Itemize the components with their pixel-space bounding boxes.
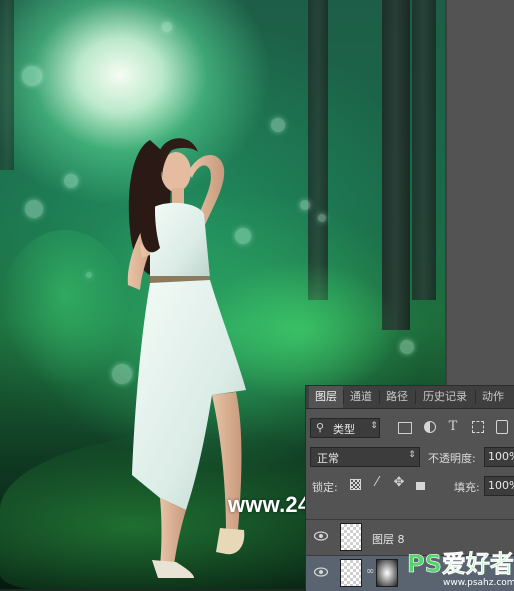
lock-paint-icon[interactable]: ⁄ (370, 475, 384, 490)
image-icon[interactable] (398, 422, 412, 434)
fill-field[interactable]: 100% (484, 476, 514, 496)
smart-object-icon[interactable] (496, 420, 508, 434)
site-logo: PS爱好者 www.psahz.com (407, 550, 514, 588)
panel-tab-bar: 图层 通道 路径 历史记录 动作 (306, 386, 514, 409)
tab-history[interactable]: 历史记录 (416, 386, 474, 408)
lock-all-icon[interactable] (416, 482, 425, 490)
lock-transparent-icon[interactable] (350, 479, 361, 490)
logo-text: PS爱好者 (407, 550, 514, 578)
opacity-label: 不透明度: (428, 452, 476, 465)
tab-channels[interactable]: 通道 (344, 386, 378, 408)
link-chain-icon: ∞ (366, 566, 375, 577)
eye-icon[interactable] (314, 531, 328, 541)
chevron-updown-icon: ⇕ (370, 421, 378, 431)
layer-filter-value: 类型 (333, 423, 355, 436)
shape-icon[interactable] (472, 421, 484, 433)
fill-label: 填充: (454, 481, 480, 494)
layer-mask-thumbnail (376, 559, 398, 587)
type-icon[interactable]: T (446, 419, 460, 434)
tab-actions[interactable]: 动作 (476, 386, 510, 408)
adjustment-icon[interactable] (424, 421, 436, 433)
chevron-updown-icon: ⇕ (408, 450, 416, 460)
eye-icon[interactable] (314, 567, 328, 577)
tab-layers[interactable]: 图层 (309, 386, 343, 408)
tab-paths[interactable]: 路径 (380, 386, 414, 408)
layer-thumbnail (340, 523, 362, 551)
fill-value: 100% (488, 479, 514, 492)
layer-thumbnail (340, 559, 362, 587)
blend-mode-select[interactable]: 正常 ⇕ (310, 447, 420, 467)
opacity-value: 100% (488, 450, 514, 463)
lock-position-icon[interactable]: ✥ (392, 475, 406, 490)
logo-url: www.psahz.com (443, 578, 514, 588)
opacity-field[interactable]: 100% (484, 447, 514, 467)
layer-name: 图层 8 (372, 533, 405, 546)
layer-filter-select[interactable]: ⚲ 类型 ⇕ (310, 418, 380, 438)
workspace-background (445, 0, 514, 385)
blend-mode-value: 正常 (317, 452, 339, 465)
search-icon: ⚲ (315, 421, 325, 434)
lock-label: 锁定: (312, 481, 338, 494)
canvas-edge (445, 0, 447, 385)
